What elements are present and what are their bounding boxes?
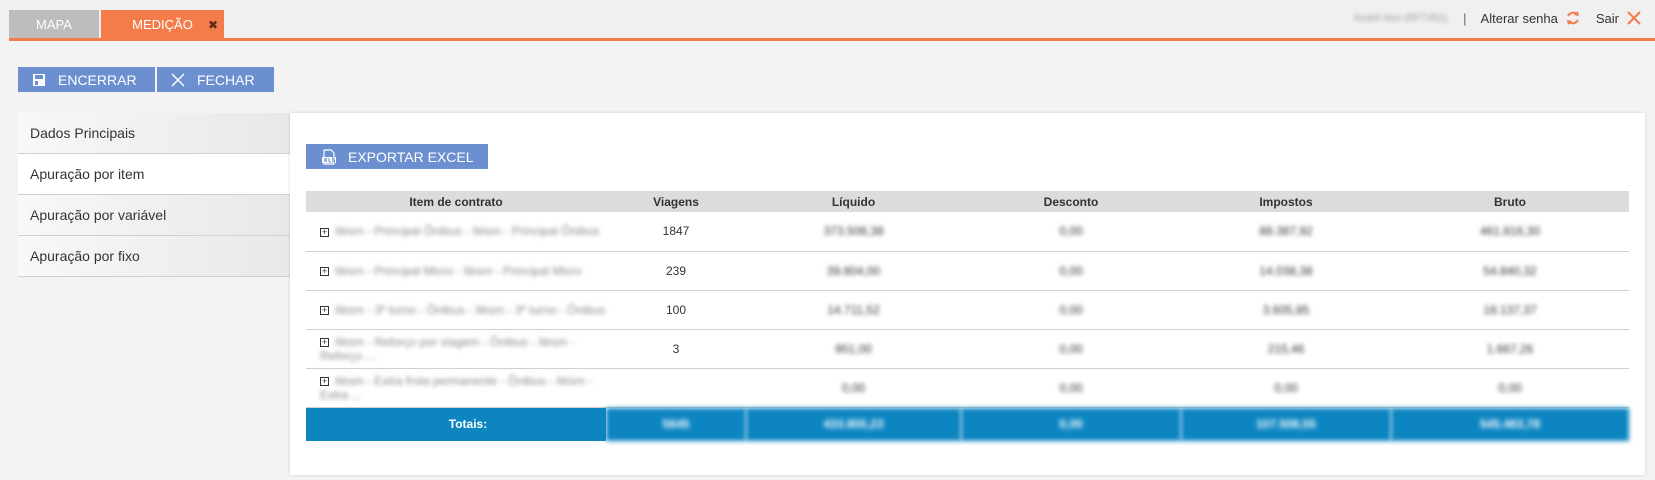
tab-medicao-label: MEDIÇÃO [132, 17, 193, 32]
totals-label: Totais: [306, 407, 606, 441]
logout-x-icon [1625, 9, 1643, 27]
table-row: + Ilésm - Reforço por viagem - Ônibus - I… [306, 329, 1629, 369]
liquido-cell: 373.508,38 [746, 212, 961, 252]
sidebar-item-label: Dados Principais [30, 125, 136, 141]
sidebar-item-apuracao-por-variavel[interactable]: Apuração por variável [18, 195, 290, 236]
desconto-cell: 0,00 [961, 329, 1181, 369]
sidebar: Dados Principais Apuração por item Apura… [18, 113, 290, 277]
expand-plus-icon[interactable]: + [320, 337, 329, 347]
impostos-cell: 88.387,92 [1181, 212, 1391, 252]
bruto-cell: 18.137,37 [1391, 290, 1629, 330]
column-header[interactable]: Item de contrato [306, 191, 606, 212]
totals-desconto: 0,00 [961, 407, 1181, 441]
viagens-cell: 100 [606, 290, 746, 330]
viagens-cell: 3 [606, 329, 746, 369]
table-row: + Ilésm - Principal Micro - Ilésm - Princ… [306, 251, 1629, 291]
separator: | [1463, 10, 1467, 26]
logout-label: Sair [1595, 10, 1619, 26]
tab-medicao[interactable]: MEDIÇÃO ✖ [101, 10, 224, 39]
liquido-cell: 951,00 [746, 329, 961, 369]
close-x-icon [169, 71, 187, 89]
expand-plus-icon[interactable]: + [320, 227, 329, 237]
column-header[interactable]: Líquido [746, 191, 961, 212]
item-name: Ilésm - Principal Micro - Ilésm - Princi… [335, 263, 582, 278]
fechar-label: FECHAR [197, 71, 255, 88]
liquido-cell: 39.804,00 [746, 251, 961, 291]
change-password-label: Alterar senha [1480, 10, 1558, 26]
change-password-link[interactable]: Alterar senha [1481, 9, 1582, 27]
item-name: Ilésm - Principal Ônibus - Ilésm - Princ… [335, 224, 600, 239]
item-name: Ilésm - 3º turno - Ônibus - Ilésm - 3º t… [335, 302, 606, 317]
item-name: Ilésm - Reforço por viagem - Ônibus - Il… [320, 334, 575, 363]
refresh-icon [1564, 9, 1582, 27]
desconto-cell: 0,00 [961, 212, 1181, 252]
table-row: + Ilésm - Extra frota permanente - Ônibus… [306, 368, 1629, 408]
encerrar-button[interactable]: ENCERRAR [18, 67, 155, 92]
column-header[interactable]: Impostos [1181, 191, 1391, 212]
column-header[interactable]: Viagens [606, 191, 746, 212]
table-header-row: Item de contrato Viagens Líquido Descont… [306, 191, 1629, 212]
expand-plus-icon[interactable]: + [320, 305, 329, 315]
sidebar-item-label: Apuração por variável [30, 207, 167, 223]
bruto-cell: 0,00 [1391, 368, 1629, 408]
user-bar: André Neo (RFT451) | Alterar senha Sair [1354, 8, 1643, 28]
top-bar: MAPA MEDIÇÃO ✖ André Neo (RFT451) | Alte… [0, 0, 1655, 41]
table-row: + Ilésm - 3º turno - Ônibus - Ilésm - 3º … [306, 290, 1629, 330]
totals-impostos: 107.508,55 [1181, 407, 1391, 441]
totals-liquido: 433.855,23 [746, 407, 961, 441]
impostos-cell: 215,46 [1181, 329, 1391, 369]
viagens-cell [606, 368, 746, 408]
impostos-cell: 0,00 [1181, 368, 1391, 408]
bruto-cell: 1.667,26 [1391, 329, 1629, 369]
xls-icon [320, 148, 338, 166]
tab-mapa[interactable]: MAPA [9, 10, 99, 39]
desconto-cell: 0,00 [961, 290, 1181, 330]
content-panel: EXPORTAR EXCEL Item de contrato Viagens … [290, 113, 1645, 475]
liquido-cell: 0,00 [746, 368, 961, 408]
viagens-cell: 1847 [606, 212, 746, 252]
sidebar-item-dados-principais[interactable]: Dados Principais [18, 113, 290, 154]
bruto-cell: 461.816,30 [1391, 212, 1629, 252]
export-excel-label: EXPORTAR EXCEL [348, 148, 474, 165]
user-name: André Neo (RFT451) [1353, 12, 1448, 24]
save-icon [30, 71, 48, 89]
liquido-cell: 14.711,52 [746, 290, 961, 330]
totals-viagens: 5645 [606, 407, 746, 441]
bruto-cell: 54.840,32 [1391, 251, 1629, 291]
encerrar-label: ENCERRAR [58, 71, 137, 88]
logout-link[interactable]: Sair [1596, 9, 1643, 27]
impostos-cell: 14.038,38 [1181, 251, 1391, 291]
expand-plus-icon[interactable]: + [320, 376, 329, 386]
totals-bruto: 545.463,78 [1391, 407, 1629, 441]
close-icon[interactable]: ✖ [208, 18, 218, 32]
expand-plus-icon[interactable]: + [320, 266, 329, 276]
sidebar-item-label: Apuração por item [30, 166, 145, 182]
viagens-cell: 239 [606, 251, 746, 291]
totals-row: Totais: 5645 433.855,23 0,00 107.508,55 … [306, 407, 1629, 441]
column-header[interactable]: Bruto [1391, 191, 1629, 212]
apuracao-table: Item de contrato Viagens Líquido Descont… [306, 191, 1629, 441]
sidebar-item-apuracao-por-item[interactable]: Apuração por item [18, 154, 290, 195]
desconto-cell: 0,00 [961, 368, 1181, 408]
table-row: + Ilésm - Principal Ônibus - Ilésm - Prin… [306, 212, 1629, 252]
impostos-cell: 3.605,85 [1181, 290, 1391, 330]
sidebar-item-label: Apuração por fixo [30, 248, 140, 264]
tab-mapa-label: MAPA [36, 17, 72, 32]
column-header[interactable]: Desconto [961, 191, 1181, 212]
item-name: Ilésm - Extra frota permanente - Ônibus … [320, 373, 593, 402]
desconto-cell: 0,00 [961, 251, 1181, 291]
fechar-button[interactable]: FECHAR [157, 67, 274, 92]
sidebar-item-apuracao-por-fixo[interactable]: Apuração por fixo [18, 236, 290, 277]
export-excel-button[interactable]: EXPORTAR EXCEL [306, 144, 488, 169]
